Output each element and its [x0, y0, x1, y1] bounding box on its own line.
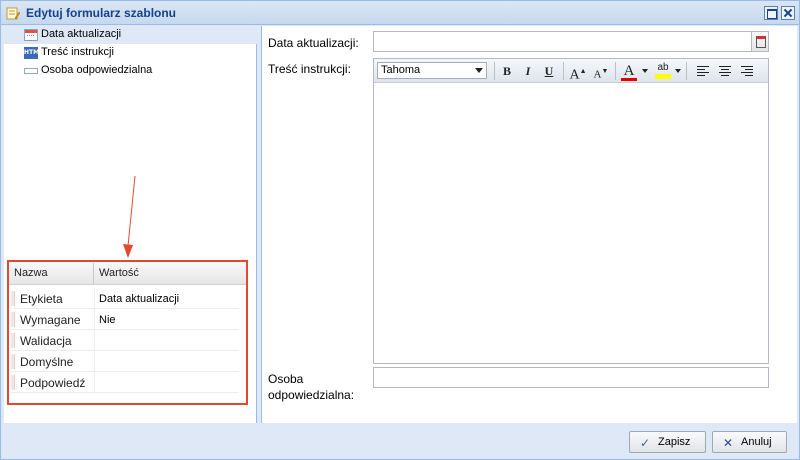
chevron-down-icon — [475, 68, 483, 73]
column-header-value[interactable]: Wartość — [99, 267, 139, 279]
bold-button[interactable]: B — [498, 62, 516, 80]
property-grid: Nazwa Wartość Etykieta Data aktualizacji… — [7, 260, 248, 405]
property-row[interactable]: Walidacja — [11, 330, 239, 351]
property-row[interactable]: Podpowiedź — [11, 372, 239, 393]
chevron-down-icon[interactable] — [642, 69, 648, 73]
highlight-swatch — [655, 74, 671, 79]
form-preview-panel: Data aktualizacji: Treść instrukcji: Tah… — [261, 26, 797, 423]
font-family-select[interactable]: Tahoma — [377, 62, 487, 79]
property-value[interactable]: Nie — [99, 314, 116, 326]
grow-font-button[interactable]: A▲ — [569, 62, 587, 83]
date-field-input[interactable] — [373, 31, 769, 52]
align-left-icon[interactable] — [697, 66, 709, 76]
italic-button[interactable]: I — [519, 62, 537, 80]
annotation-arrow — [123, 175, 136, 258]
responsible-field-label-line1: Osoba — [268, 372, 304, 386]
property-name: Etykieta — [20, 292, 63, 306]
chevron-down-icon[interactable] — [675, 69, 681, 73]
property-grid-header: Nazwa Wartość — [9, 262, 246, 285]
property-row[interactable]: Etykieta Data aktualizacji — [11, 288, 239, 309]
font-color-button[interactable]: A — [620, 62, 638, 81]
highlight-button[interactable]: ab — [654, 62, 672, 80]
editor-toolbar: Tahoma B I U A▲ A▼ A ab — [374, 59, 768, 83]
date-field-label: Data aktualizacji: — [268, 36, 359, 50]
property-value[interactable]: Data aktualizacji — [99, 293, 179, 305]
checkmark-icon: ✓ — [640, 436, 651, 450]
instructions-field-label: Treść instrukcji: — [268, 62, 351, 76]
align-right-icon[interactable] — [741, 66, 753, 76]
column-header-name[interactable]: Nazwa — [14, 267, 48, 279]
property-row[interactable]: Wymagane Nie — [11, 309, 239, 330]
font-color-swatch — [621, 78, 637, 81]
html-editor[interactable]: Tahoma B I U A▲ A▼ A ab — [373, 58, 769, 364]
shrink-font-button[interactable]: A▼ — [592, 62, 610, 81]
date-picker-icon[interactable] — [751, 32, 768, 51]
property-row[interactable]: Domyślne — [11, 351, 239, 372]
cross-icon: ✕ — [723, 436, 734, 450]
responsible-field-label-line2: odpowiedzialna: — [268, 388, 355, 402]
property-name: Wymagane — [20, 313, 81, 327]
save-button[interactable]: ✓ Zapisz — [629, 431, 706, 453]
maximize-icon[interactable] — [764, 6, 778, 20]
responsible-field-input[interactable] — [373, 367, 769, 388]
property-name: Walidacja — [20, 334, 72, 348]
cancel-button[interactable]: ✕ Anuluj — [712, 431, 787, 453]
property-name: Podpowiedź — [20, 376, 86, 390]
editor-content-area[interactable] — [374, 84, 768, 363]
edit-template-window: Edytuj formularz szablonu Data aktualiza… — [0, 0, 800, 460]
close-icon[interactable] — [781, 6, 795, 20]
align-center-icon[interactable] — [719, 66, 731, 76]
underline-button[interactable]: U — [540, 62, 558, 80]
property-name: Domyślne — [20, 355, 74, 369]
